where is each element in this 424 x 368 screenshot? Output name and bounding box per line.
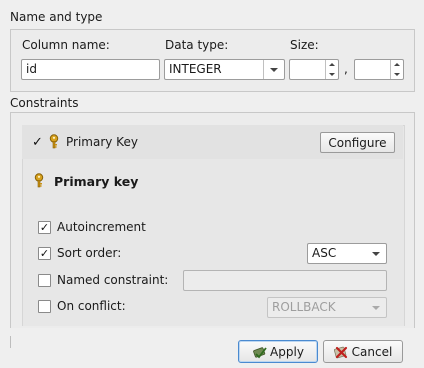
chevron-down-icon xyxy=(366,244,386,263)
sort-order-value: ASC xyxy=(312,246,337,260)
apply-button[interactable]: Apply xyxy=(238,340,318,363)
spin-arrows-icon[interactable] xyxy=(390,60,403,79)
autoincrement-label: Autoincrement xyxy=(57,220,146,234)
autoincrement-checkbox[interactable]: ✓ xyxy=(38,221,51,234)
divider xyxy=(10,336,11,348)
on-conflict-checkbox[interactable] xyxy=(38,300,51,313)
named-constraint-label: Named constraint: xyxy=(57,273,169,287)
spin-arrows-icon[interactable] xyxy=(325,60,338,79)
on-conflict-value: ROLLBACK xyxy=(272,300,336,314)
named-constraint-input[interactable] xyxy=(183,270,387,291)
primary-key-checkbox[interactable]: ✓ xyxy=(31,136,44,149)
cancel-icon xyxy=(333,346,347,358)
data-type-value: INTEGER xyxy=(169,62,222,76)
named-constraint-checkbox[interactable] xyxy=(38,274,51,287)
on-conflict-label: On conflict: xyxy=(57,299,126,313)
size-separator: , xyxy=(344,62,348,76)
key-icon xyxy=(34,173,44,188)
size-label: Size: xyxy=(290,38,319,52)
name-and-type-title: Name and type xyxy=(10,10,103,24)
size-spinbox-2[interactable] xyxy=(354,59,404,80)
key-icon xyxy=(49,134,59,149)
apply-label: Apply xyxy=(270,344,304,359)
cancel-label: Cancel xyxy=(351,344,393,359)
configure-button[interactable]: Configure xyxy=(320,132,395,153)
constraints-title: Constraints xyxy=(10,96,79,110)
data-type-label: Data type: xyxy=(165,38,229,52)
sort-order-label: Sort order: xyxy=(57,246,122,260)
primary-key-label: Primary Key xyxy=(66,135,138,149)
chevron-down-icon xyxy=(366,298,386,317)
on-conflict-combo[interactable]: ROLLBACK xyxy=(267,297,387,318)
data-type-combo[interactable]: INTEGER xyxy=(164,59,285,80)
panel-title: Primary key xyxy=(54,174,139,189)
sort-order-combo[interactable]: ASC xyxy=(307,243,387,264)
sort-order-checkbox[interactable]: ✓ xyxy=(38,247,51,260)
column-name-input[interactable]: id xyxy=(21,59,160,80)
chevron-down-icon xyxy=(263,60,284,79)
column-name-label: Column name: xyxy=(22,38,110,52)
size-spinbox-1[interactable] xyxy=(289,59,339,80)
cancel-button[interactable]: Cancel xyxy=(323,340,403,363)
apply-icon xyxy=(253,346,267,358)
